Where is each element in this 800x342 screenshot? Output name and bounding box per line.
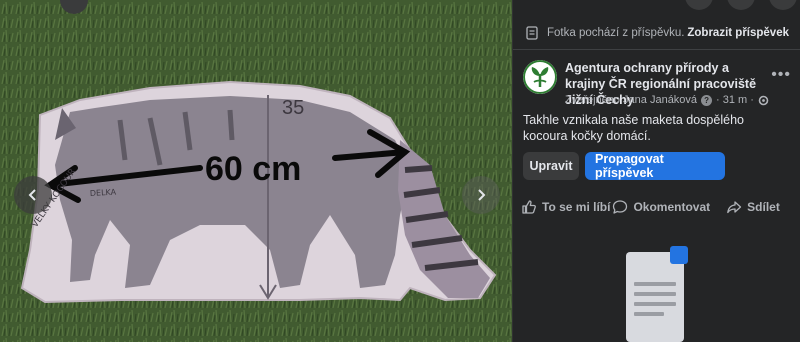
- like-button[interactable]: To se mi líbí: [521, 199, 610, 215]
- previous-photo-button[interactable]: [14, 176, 52, 214]
- share-label: Sdílet: [747, 200, 780, 214]
- next-photo-button[interactable]: [462, 176, 500, 214]
- info-icon[interactable]: ?: [701, 94, 713, 106]
- header-circle-button-1[interactable]: [685, 0, 713, 10]
- aopk-logo-icon: [523, 60, 557, 94]
- reaction-actions: To se mi líbí Okomentovat Sdílet: [521, 196, 793, 218]
- meta-author-link[interactable]: Jana Janáková: [623, 94, 697, 106]
- header-circle-button-3[interactable]: [769, 0, 797, 10]
- meta-prefix: Zveřejněno: [565, 94, 621, 106]
- more-horizontal-icon: •••: [771, 66, 791, 83]
- comment-label: Okomentovat: [633, 200, 711, 214]
- post-meta: Zveřejněno Jana Janáková ? · 31 m ·: [565, 94, 769, 106]
- photo-viewer: 60 cm 35 DELKA VELKY KOCOUR: [0, 0, 512, 342]
- document-icon: [526, 25, 538, 40]
- photo-source-text: Fotka pochází z příspěvku.: [547, 26, 685, 39]
- share-button[interactable]: Sdílet: [726, 199, 780, 215]
- page-avatar[interactable]: [523, 60, 557, 94]
- share-icon: [727, 201, 742, 214]
- photo-source-bar: Fotka pochází z příspěvku. Zobrazit přís…: [513, 16, 800, 50]
- post-admin-actions: Upravit Propagovat příspěvek: [523, 152, 725, 180]
- panel-top-strip: [513, 0, 800, 10]
- chevron-right-icon: [478, 189, 486, 201]
- chevron-left-icon: [28, 189, 36, 201]
- post-header: Agentura ochrany přírody a krajiny ČR re…: [523, 60, 793, 110]
- measure-label-35: 35: [282, 97, 304, 119]
- thumbs-up-icon: [522, 200, 536, 214]
- edit-button[interactable]: Upravit: [523, 152, 579, 180]
- post-text: Takhle vznikala naše maketa dospělého ko…: [523, 113, 744, 143]
- meta-time[interactable]: · 31 m ·: [716, 94, 754, 106]
- show-post-link[interactable]: Zobrazit příspěvek: [687, 27, 789, 39]
- document-placeholder-icon: [626, 246, 688, 342]
- cat-cutout-photo: 60 cm 35 DELKA VELKY KOCOUR: [20, 80, 497, 304]
- comment-button[interactable]: Okomentovat: [612, 199, 710, 215]
- more-options-button[interactable]: •••: [771, 66, 791, 84]
- measure-label-60cm: 60 cm: [205, 150, 301, 188]
- header-circle-button-2[interactable]: [727, 0, 755, 10]
- promote-post-button[interactable]: Propagovat příspěvek: [585, 152, 725, 180]
- scribble-delka: DELKA: [90, 188, 117, 198]
- like-label: To se mi líbí: [542, 200, 611, 214]
- audience-settings-icon[interactable]: [758, 95, 769, 106]
- comment-icon: [613, 200, 628, 214]
